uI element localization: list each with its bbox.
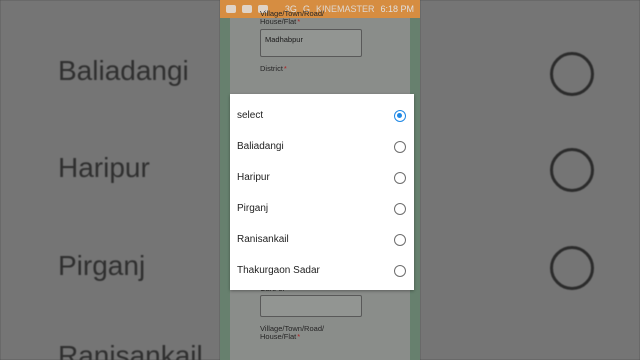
- radio-unselected-icon[interactable]: [394, 233, 406, 246]
- upazila-select-dialog: select Baliadangi Haripur Pirganj Ranisa…: [230, 94, 414, 290]
- radio-unselected-icon[interactable]: [394, 202, 406, 215]
- radio-unselected-icon[interactable]: [394, 140, 406, 153]
- radio-selected-icon[interactable]: [394, 109, 406, 122]
- background-zoom-right: [420, 0, 640, 360]
- option-haripur[interactable]: Haripur: [230, 162, 414, 193]
- bg-row-baliadangi: Baliadangi: [58, 55, 189, 86]
- option-select[interactable]: select: [230, 100, 414, 131]
- background-zoom-left: Baliadangi Haripur Pirganj Ranisankail: [0, 0, 220, 360]
- radio-unselected-icon[interactable]: [394, 264, 406, 277]
- option-label: Ranisankail: [237, 234, 289, 245]
- option-label: Pirganj: [237, 203, 269, 214]
- option-thakurgaon-sadar[interactable]: Thakurgaon Sadar: [230, 255, 414, 286]
- bg-radio-icon: [550, 246, 594, 290]
- option-label: select: [237, 110, 264, 121]
- bg-row-ranisankail: Ranisankail: [58, 340, 203, 360]
- option-label: Thakurgaon Sadar: [237, 265, 320, 276]
- option-label: Baliadangi: [237, 141, 284, 152]
- radio-unselected-icon[interactable]: [394, 171, 406, 184]
- stage: Baliadangi Haripur Pirganj Ranisankail 3…: [0, 0, 640, 360]
- bg-radio-icon: [550, 148, 594, 192]
- option-label: Haripur: [237, 172, 270, 183]
- bg-radio-icon: [550, 52, 594, 96]
- bg-row-haripur: Haripur: [58, 152, 150, 183]
- option-ranisankail[interactable]: Ranisankail: [230, 224, 414, 255]
- bg-row-pirganj: Pirganj: [58, 250, 146, 281]
- option-baliadangi[interactable]: Baliadangi: [230, 131, 414, 162]
- option-pirganj[interactable]: Pirganj: [230, 193, 414, 224]
